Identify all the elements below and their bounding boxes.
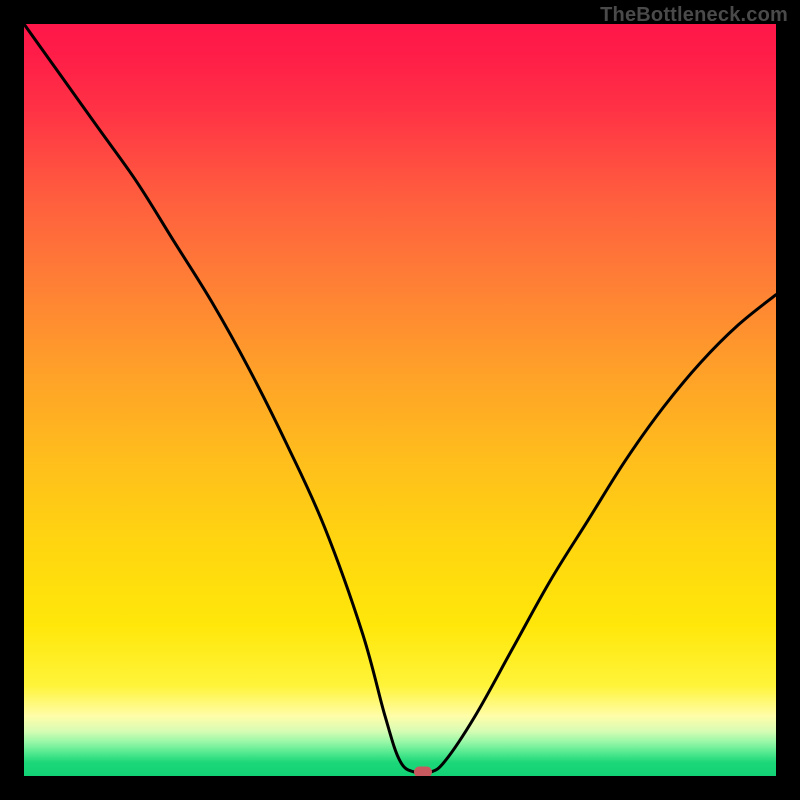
chart-frame: TheBottleneck.com [0,0,800,800]
plot-area [24,24,776,776]
watermark-text: TheBottleneck.com [600,4,788,27]
bottleneck-curve [24,24,776,774]
bottleneck-marker [414,767,432,776]
curve-svg [24,24,776,776]
